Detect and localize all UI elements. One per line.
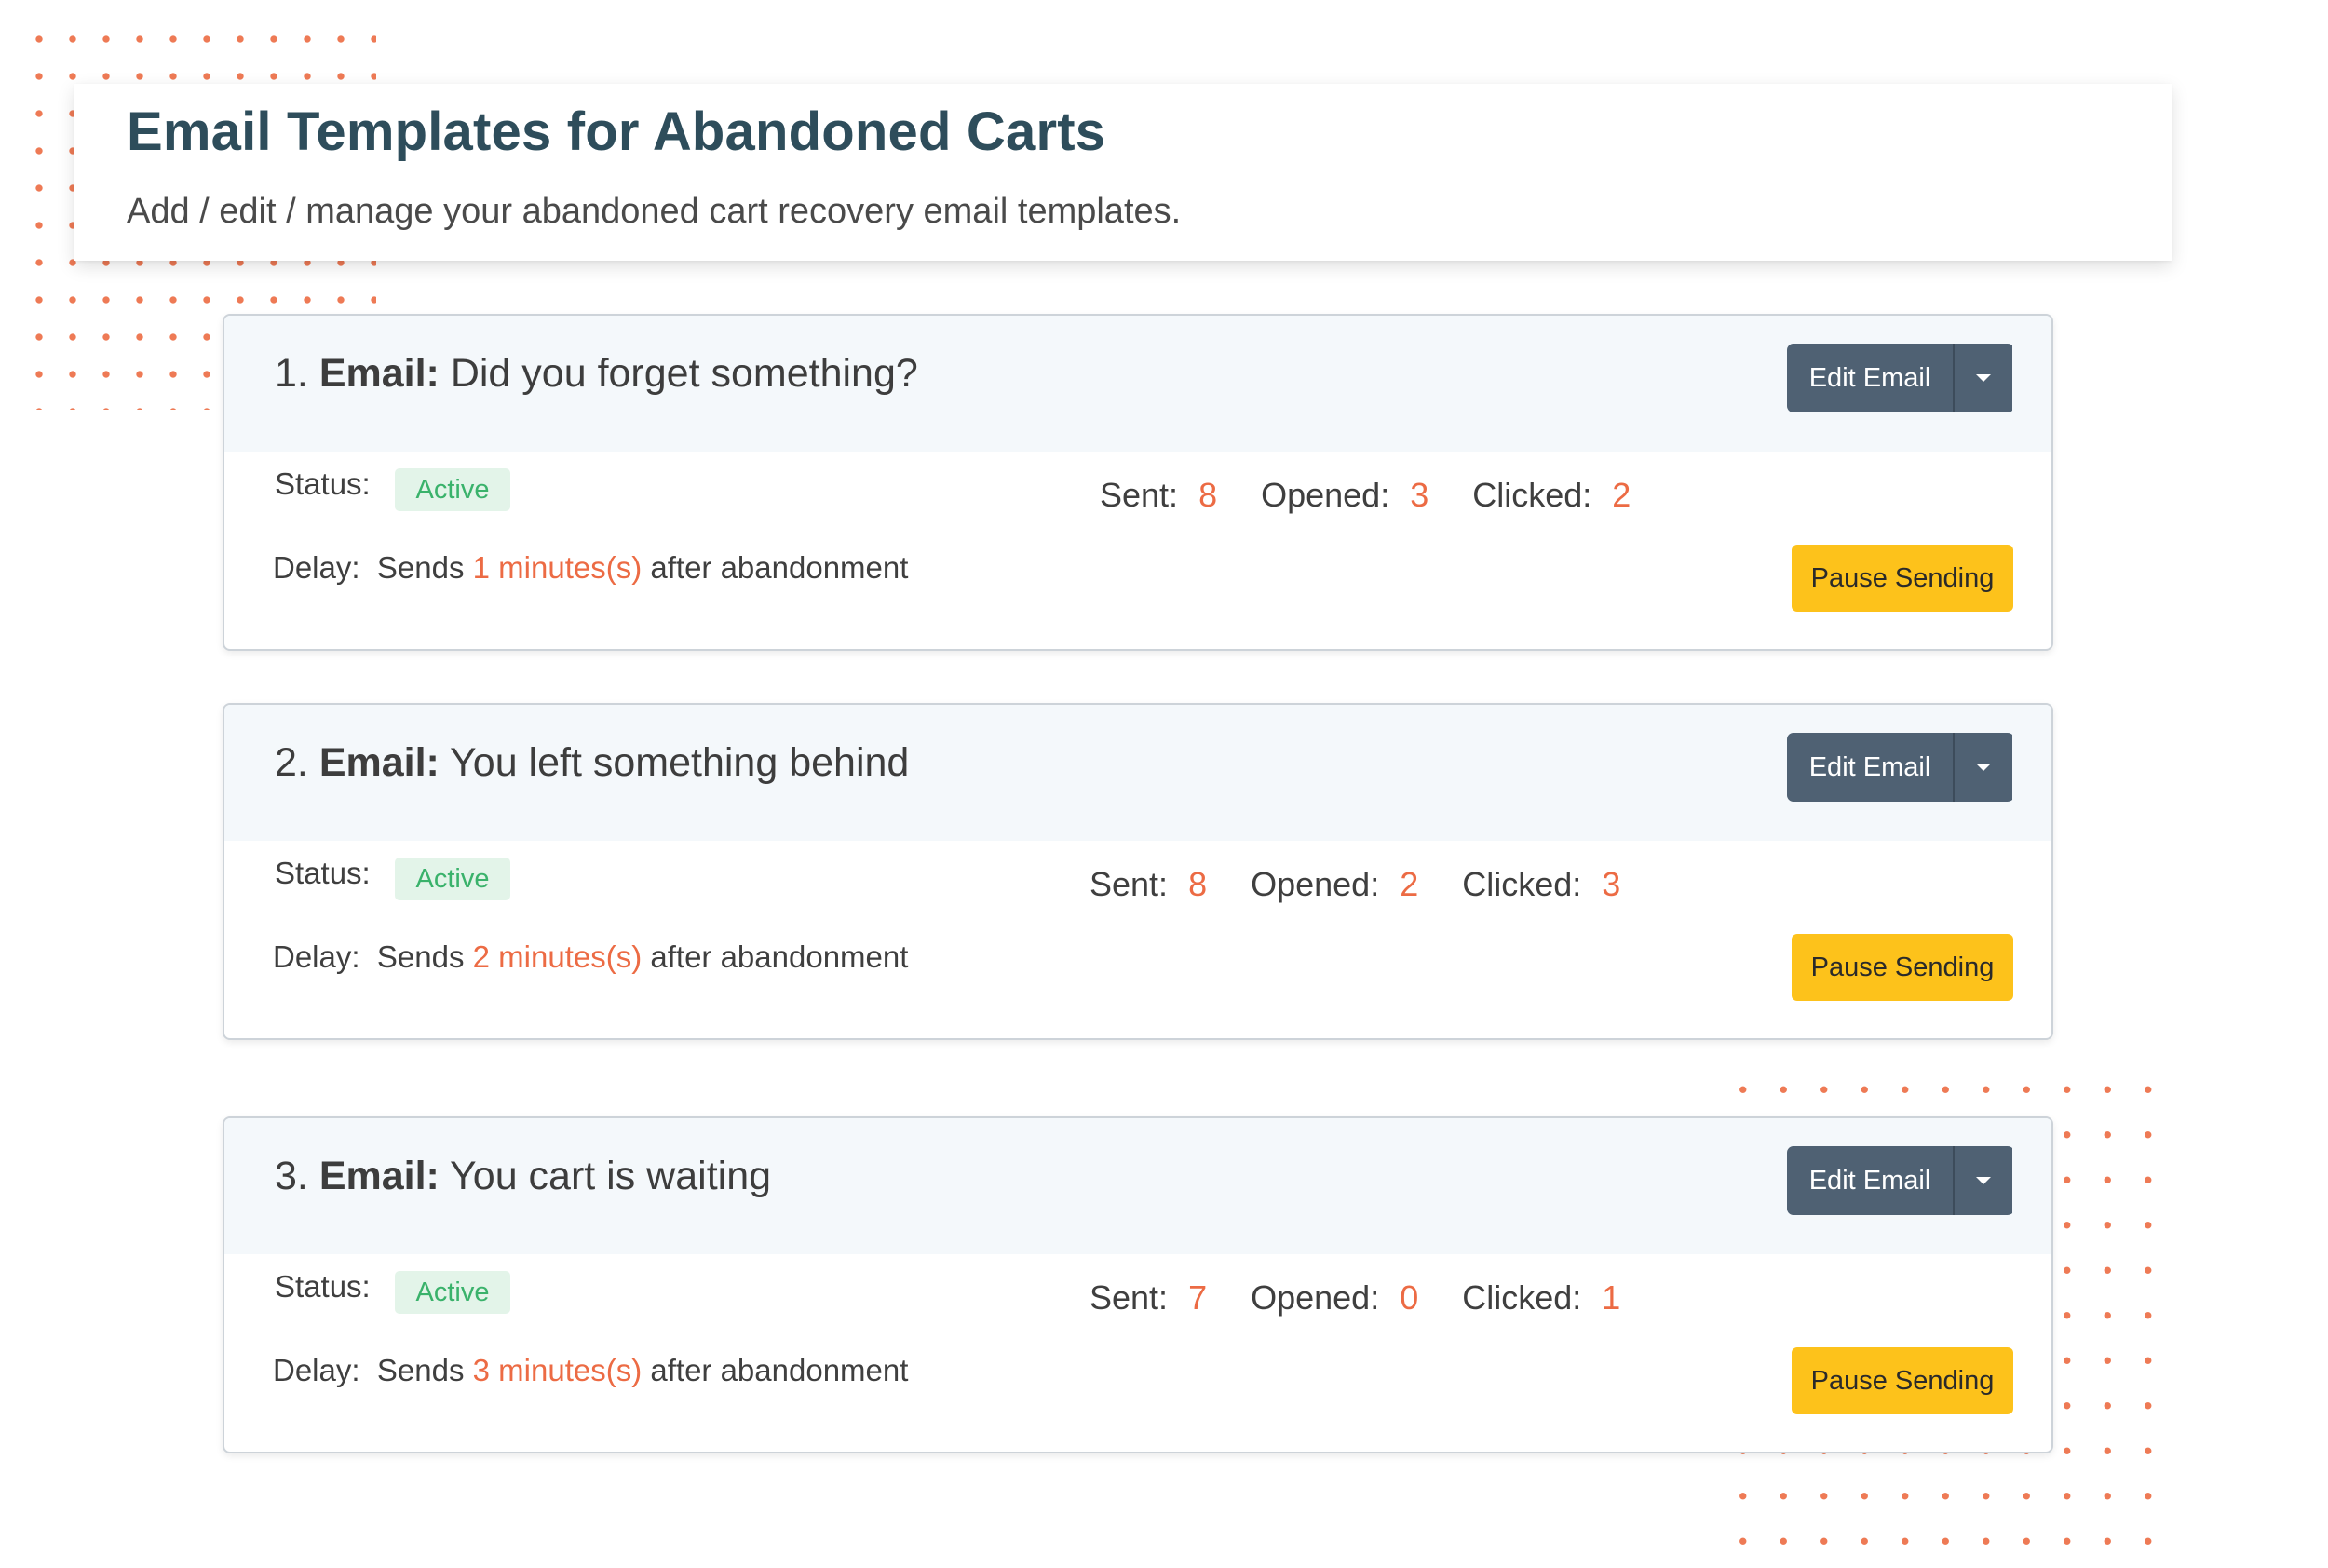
email-subject: Did you forget something? bbox=[450, 351, 918, 396]
clicked-count: 1 bbox=[1602, 1278, 1621, 1317]
delay-info: Delay: Sends 1 minutes(s) after abandonm… bbox=[273, 550, 908, 586]
edit-email-button[interactable]: Edit Email bbox=[1787, 344, 1953, 412]
edit-email-button-group: Edit Email bbox=[1787, 344, 2014, 412]
email-number: 3. bbox=[275, 1154, 308, 1198]
pause-sending-button[interactable]: Pause Sending bbox=[1792, 545, 2013, 612]
opened-count: 0 bbox=[1400, 1278, 1419, 1317]
email-card-header: 2. Email: You left something behind Edit… bbox=[224, 705, 2051, 841]
opened-count: 2 bbox=[1400, 865, 1419, 903]
email-label: Email: bbox=[318, 740, 440, 785]
email-title: 3. Email: You cart is waiting bbox=[275, 1154, 771, 1199]
delay-info: Delay: Sends 3 minutes(s) after abandonm… bbox=[273, 1353, 908, 1388]
email-template-card: 1. Email: Did you forget something? Edit… bbox=[223, 314, 2053, 651]
caret-down-icon bbox=[1976, 374, 1991, 382]
clicked-label: Clicked: bbox=[1472, 476, 1592, 514]
email-template-card: 2. Email: You left something behind Edit… bbox=[223, 703, 2053, 1040]
delay-after-text: after abandonment bbox=[650, 939, 909, 974]
status-badge: Active bbox=[395, 858, 510, 900]
delay-label: Delay: bbox=[273, 550, 360, 585]
pause-sending-button[interactable]: Pause Sending bbox=[1792, 934, 2013, 1001]
email-label: Email: bbox=[318, 1154, 440, 1198]
edit-email-button[interactable]: Edit Email bbox=[1787, 1146, 1953, 1215]
delay-sends-text: Sends bbox=[376, 939, 465, 974]
email-options-dropdown-button[interactable] bbox=[1953, 344, 2012, 412]
email-subject: You left something behind bbox=[450, 740, 910, 785]
email-subject: You cart is waiting bbox=[450, 1154, 772, 1198]
delay-label: Delay: bbox=[273, 939, 360, 974]
delay-after-text: after abandonment bbox=[650, 550, 909, 585]
email-label: Email: bbox=[318, 351, 440, 396]
delay-value: 2 minutes(s) bbox=[472, 939, 643, 974]
email-number: 1. bbox=[275, 351, 308, 396]
email-stats: Sent: 7 Opened: 0 Clicked: 1 bbox=[1090, 1278, 1664, 1318]
edit-email-button[interactable]: Edit Email bbox=[1787, 733, 1953, 802]
page-header: Email Templates for Abandoned Carts Add … bbox=[74, 84, 2172, 261]
email-options-dropdown-button[interactable] bbox=[1953, 733, 2012, 802]
delay-label: Delay: bbox=[273, 1353, 360, 1387]
opened-count: 3 bbox=[1410, 476, 1429, 514]
delay-sends-text: Sends bbox=[376, 550, 465, 585]
delay-info: Delay: Sends 2 minutes(s) after abandonm… bbox=[273, 939, 908, 975]
delay-sends-text: Sends bbox=[376, 1353, 465, 1387]
sent-label: Sent: bbox=[1090, 865, 1169, 903]
clicked-label: Clicked: bbox=[1462, 865, 1582, 903]
sent-label: Sent: bbox=[1090, 1278, 1169, 1317]
opened-label: Opened: bbox=[1261, 476, 1390, 514]
clicked-label: Clicked: bbox=[1462, 1278, 1582, 1317]
page-subtitle: Add / edit / manage your abandoned cart … bbox=[127, 192, 1182, 231]
delay-value: 3 minutes(s) bbox=[472, 1353, 643, 1387]
email-card-header: 1. Email: Did you forget something? Edit… bbox=[224, 316, 2051, 452]
edit-email-button-group: Edit Email bbox=[1787, 1146, 2014, 1215]
email-card-header: 3. Email: You cart is waiting Edit Email bbox=[224, 1118, 2051, 1254]
email-number: 2. bbox=[275, 740, 308, 785]
caret-down-icon bbox=[1976, 1177, 1991, 1184]
email-stats: Sent: 8 Opened: 2 Clicked: 3 bbox=[1090, 865, 1664, 904]
sent-count: 8 bbox=[1198, 476, 1218, 514]
opened-label: Opened: bbox=[1251, 865, 1380, 903]
email-title: 1. Email: Did you forget something? bbox=[275, 351, 918, 397]
email-options-dropdown-button[interactable] bbox=[1953, 1146, 2012, 1215]
delay-after-text: after abandonment bbox=[650, 1353, 909, 1387]
pause-sending-button[interactable]: Pause Sending bbox=[1792, 1347, 2013, 1414]
sent-count: 8 bbox=[1188, 865, 1208, 903]
delay-value: 1 minutes(s) bbox=[472, 550, 643, 585]
status-badge: Active bbox=[395, 468, 510, 511]
caret-down-icon bbox=[1976, 764, 1991, 771]
opened-label: Opened: bbox=[1251, 1278, 1380, 1317]
status-label: Status: bbox=[275, 856, 371, 890]
status-label: Status: bbox=[275, 466, 371, 501]
clicked-count: 3 bbox=[1602, 865, 1621, 903]
edit-email-button-group: Edit Email bbox=[1787, 733, 2014, 802]
email-stats: Sent: 8 Opened: 3 Clicked: 2 bbox=[1100, 476, 1674, 515]
sent-label: Sent: bbox=[1100, 476, 1179, 514]
page-title: Email Templates for Abandoned Carts bbox=[127, 101, 1106, 162]
status-label: Status: bbox=[275, 1269, 371, 1304]
email-template-card: 3. Email: You cart is waiting Edit Email… bbox=[223, 1116, 2053, 1453]
clicked-count: 2 bbox=[1612, 476, 1631, 514]
status-badge: Active bbox=[395, 1271, 510, 1314]
sent-count: 7 bbox=[1188, 1278, 1208, 1317]
email-title: 2. Email: You left something behind bbox=[275, 740, 909, 786]
